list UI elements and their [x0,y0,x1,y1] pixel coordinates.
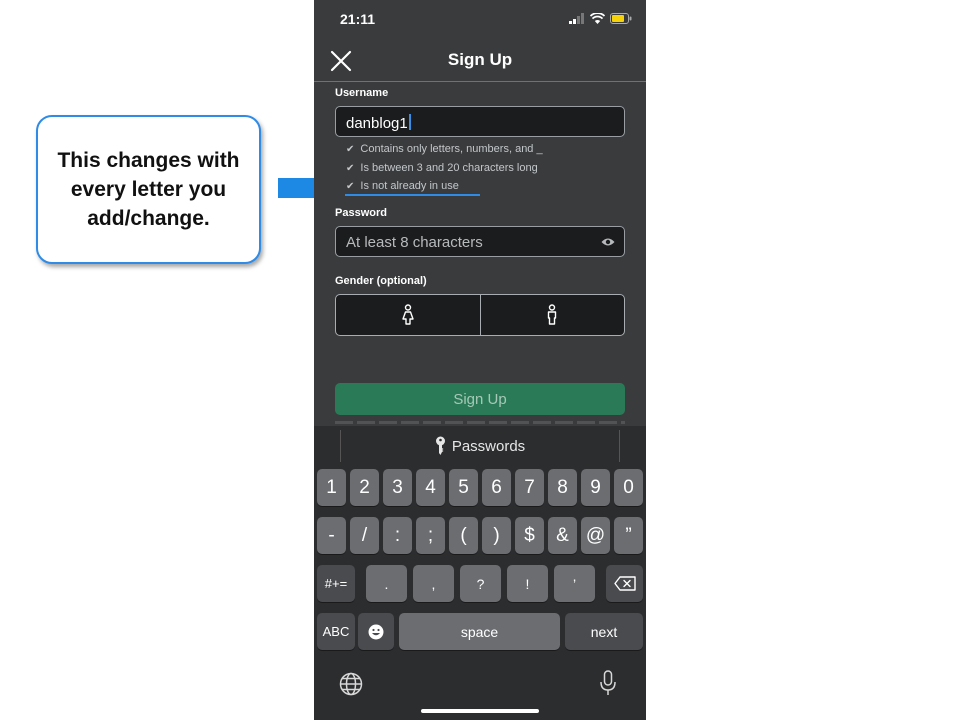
key-close-paren[interactable]: ) [482,517,511,554]
microphone-icon[interactable] [599,670,617,697]
eye-icon[interactable] [601,237,615,247]
key-6[interactable]: 6 [482,469,511,506]
page-title: Sign Up [447,50,513,69]
key-period[interactable]: . [366,565,407,602]
key-dollar[interactable]: $ [515,517,544,554]
signup-button[interactable]: Sign Up [335,383,625,415]
key-apostrophe[interactable]: ’ [554,565,595,602]
phone-screen: 21:11 Sign Up Username danblog1 ✔ Contai… [314,0,646,720]
passwords-suggestion[interactable]: Passwords [340,430,620,462]
home-indicator [421,709,539,713]
wifi-icon [590,13,605,24]
key-dash[interactable]: - [317,517,346,554]
key-question[interactable]: ? [460,565,501,602]
password-placeholder: At least 8 characters [346,234,483,251]
male-icon [548,304,557,325]
keyboard: Passwords 1 2 3 4 5 6 7 8 9 0 - / : ; ( … [314,426,646,720]
key-ampersand[interactable]: & [548,517,577,554]
key-3[interactable]: 3 [383,469,412,506]
key-semicolon[interactable]: ; [416,517,445,554]
terms-text-obscured [335,418,625,426]
key-quote[interactable]: ” [614,517,643,554]
key-open-paren[interactable]: ( [449,517,478,554]
key-next[interactable]: next [565,613,643,650]
gender-male-button[interactable] [479,295,625,335]
rule-item: ✔ Is between 3 and 20 characters long [346,162,538,174]
callout-text: This changes with every letter you add/c… [57,149,240,230]
password-field[interactable]: At least 8 characters [335,226,625,257]
key-7[interactable]: 7 [515,469,544,506]
key-slash[interactable]: / [350,517,379,554]
username-value: danblog1 [346,114,411,132]
rule-item: ✔ Contains only letters, numbers, and _ [346,143,543,155]
rule-item: ✔ Is not already in use [346,180,459,192]
backspace-icon [613,576,636,591]
password-label: Password [335,207,387,219]
emoji-icon [368,624,384,639]
text-caret [408,114,411,130]
key-abc[interactable]: ABC [317,613,355,650]
checkmark-icon: ✔ [346,162,355,174]
globe-icon[interactable] [339,672,363,696]
username-label: Username [335,87,389,99]
gender-female-button[interactable] [336,295,480,335]
gender-selector [335,294,625,336]
key-more-symbols[interactable]: #+= [317,565,355,602]
key-9[interactable]: 9 [581,469,610,506]
female-icon [402,304,414,325]
key-8[interactable]: 8 [548,469,577,506]
key-1[interactable]: 1 [317,469,346,506]
key-5[interactable]: 5 [449,469,478,506]
emoji-key[interactable] [358,613,394,650]
signal-icon [569,13,584,24]
key-2[interactable]: 2 [350,469,379,506]
checkmark-icon: ✔ [346,180,355,192]
gender-label: Gender (optional) [335,275,427,287]
username-field[interactable]: danblog1 [335,106,625,137]
key-icon [435,436,445,455]
nav-bar: Sign Up [314,40,646,82]
annotation-callout: This changes with every letter you add/c… [36,115,261,264]
key-exclamation[interactable]: ! [507,565,548,602]
key-0[interactable]: 0 [614,469,643,506]
backspace-key[interactable] [606,565,643,602]
checkmark-icon: ✔ [346,143,355,155]
highlight-underline [345,194,480,196]
battery-icon [610,13,632,24]
status-icons [569,13,632,24]
key-colon[interactable]: : [383,517,412,554]
key-space[interactable]: space [399,613,560,650]
key-comma[interactable]: , [413,565,454,602]
status-bar: 21:11 [314,0,646,40]
key-at[interactable]: @ [581,517,610,554]
key-4[interactable]: 4 [416,469,445,506]
status-time: 21:11 [340,11,376,27]
